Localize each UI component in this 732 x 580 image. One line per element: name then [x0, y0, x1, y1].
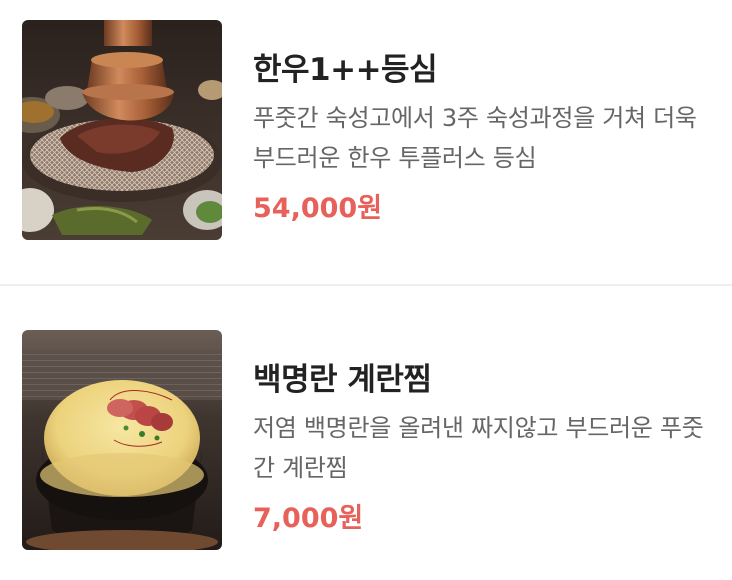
menu-list: 한우1++등심 푸줏간 숙성고에서 3주 숙성과정을 거쳐 더욱 부드러운 한우… [0, 0, 732, 580]
item-divider [0, 284, 732, 286]
steamed-egg-photo [22, 330, 222, 550]
menu-item-description: 푸줏간 숙성고에서 3주 숙성과정을 거쳐 더욱 부드러운 한우 투플러스 등심 [253, 104, 697, 172]
menu-item-egg-custard[interactable]: 백명란 계란찜 저염 백명란을 올려낸 짜지않고 부드러운 푸줏간 계란찜 7,… [0, 330, 732, 550]
menu-item-photo[interactable] [22, 330, 222, 550]
menu-item-hanwoo-sirloin[interactable]: 한우1++등심 푸줏간 숙성고에서 3주 숙성과정을 거쳐 더욱 부드러운 한우… [0, 20, 732, 240]
menu-item-name: 백명란 계란찜 [253, 362, 432, 398]
menu-item-price: 54,000원 [253, 193, 383, 224]
menu-item-name: 한우1++등심 [253, 52, 438, 88]
menu-item-description: 저염 백명란을 올려낸 짜지않고 부드러운 푸줏간 계란찜 [253, 414, 704, 482]
menu-item-price: 7,000원 [253, 503, 364, 534]
menu-item-photo[interactable] [22, 20, 222, 240]
grilled-beef-photo [22, 20, 222, 240]
